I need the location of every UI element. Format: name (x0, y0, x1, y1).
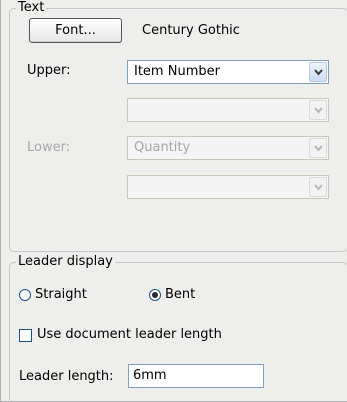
radio-selected-dot (152, 292, 158, 298)
radio-straight-button[interactable] (19, 289, 31, 301)
use-doc-length-label: Use document leader length (37, 327, 222, 342)
annotation-properties-panel: Text Font... Century Gothic Upper: Item … (0, 0, 347, 402)
radio-straight-label: Straight (35, 287, 87, 302)
leader-length-input[interactable]: 6mm (128, 364, 264, 388)
lower-label: Lower: (27, 140, 71, 155)
upper-primary-select[interactable]: Item Number (127, 60, 329, 84)
font-button-label: Font... (55, 23, 96, 38)
chevron-down-icon[interactable] (309, 100, 327, 120)
chevron-down-icon[interactable] (309, 62, 327, 82)
upper-label: Upper: (27, 63, 71, 78)
radio-bent-label: Bent (165, 287, 196, 302)
upper-primary-value: Item Number (134, 64, 220, 79)
chevron-down-icon[interactable] (309, 177, 327, 197)
lower-primary-value: Quantity (134, 140, 191, 155)
text-group-legend: Text (16, 0, 47, 16)
upper-secondary-select[interactable] (127, 98, 329, 122)
radio-straight[interactable]: Straight (19, 286, 87, 304)
lower-primary-select[interactable]: Quantity (127, 136, 329, 160)
use-doc-length-box[interactable] (19, 328, 32, 342)
text-group: Text (9, 0, 347, 252)
leader-length-label: Leader length: (19, 369, 114, 384)
lower-secondary-select[interactable] (127, 175, 329, 199)
font-button[interactable]: Font... (29, 18, 122, 43)
chevron-down-icon[interactable] (309, 138, 327, 158)
font-name: Century Gothic (142, 23, 240, 38)
radio-bent[interactable]: Bent (149, 286, 195, 304)
leader-display-legend: Leader display (16, 254, 115, 270)
radio-bent-button[interactable] (149, 289, 161, 301)
use-doc-length-checkbox[interactable]: Use document leader length (19, 326, 222, 344)
